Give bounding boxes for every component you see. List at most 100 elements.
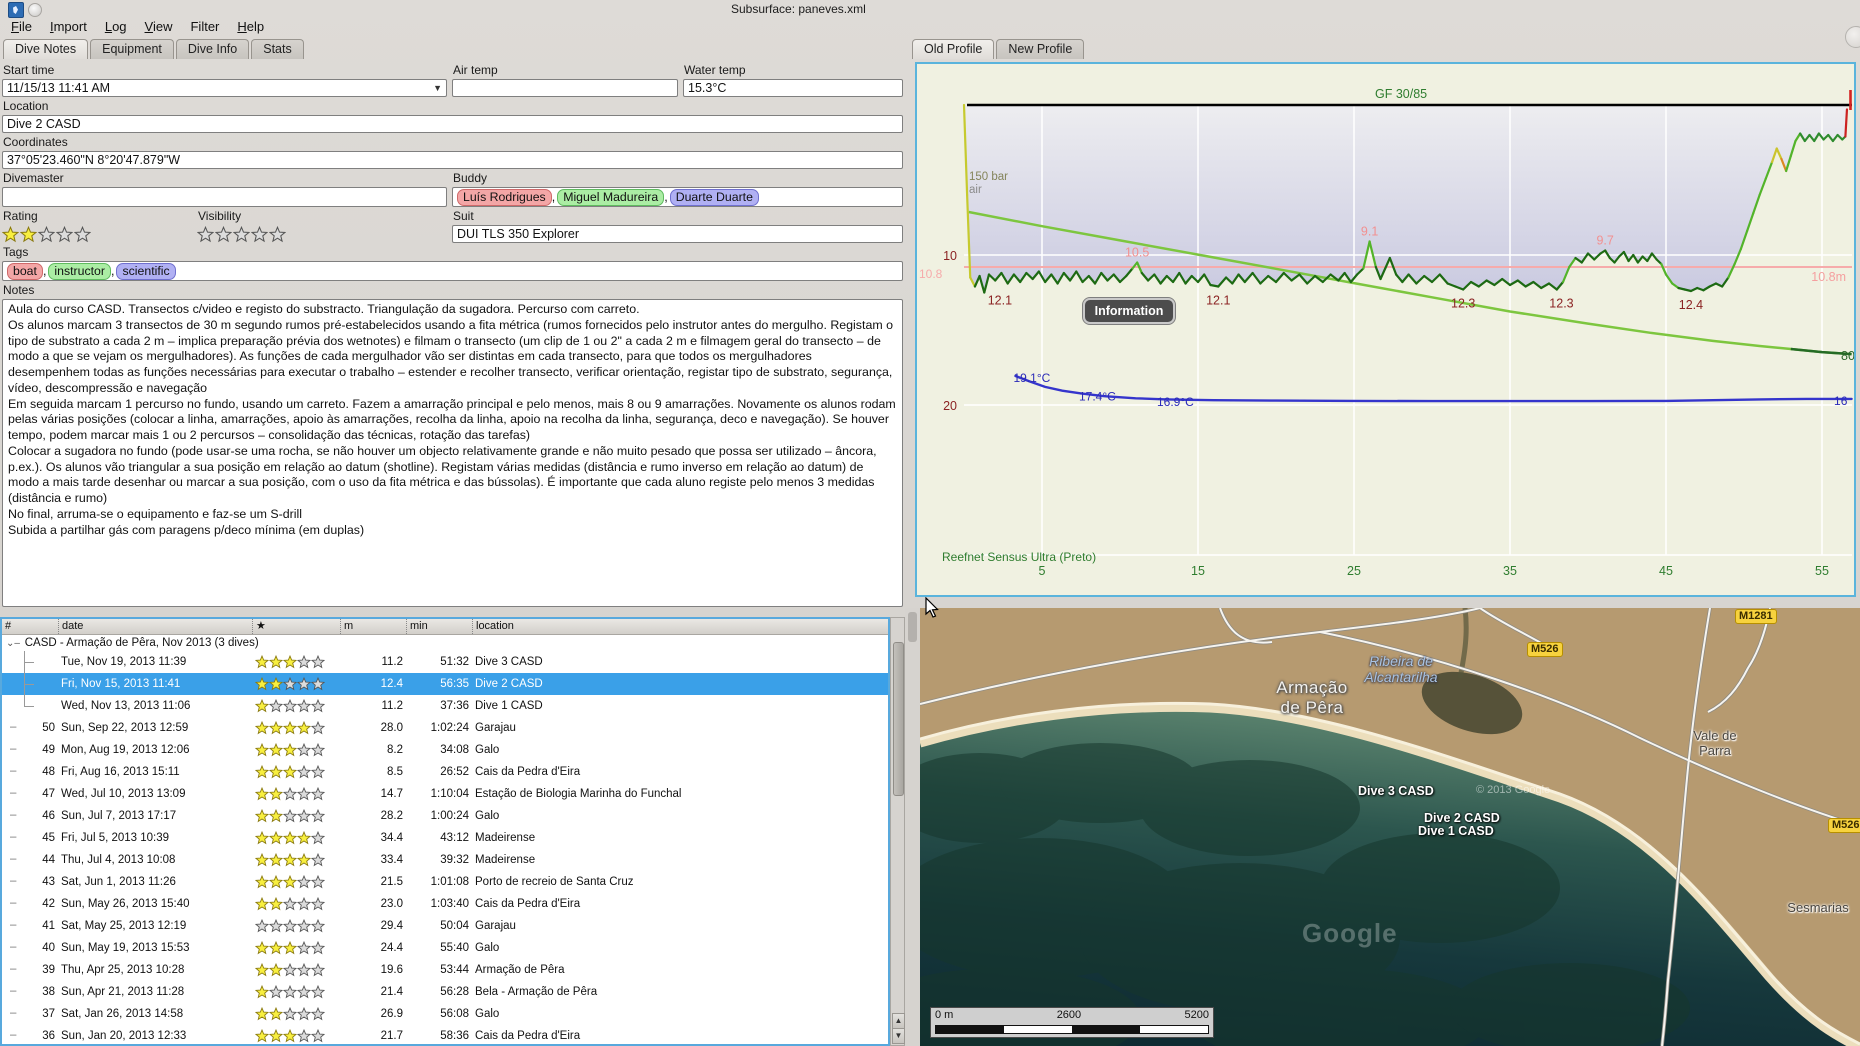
star-filled-icon xyxy=(269,743,283,757)
dive-row[interactable]: – 36 Sun, Jan 20, 2013 12:33 21.7 58:36 Cais … xyxy=(2,1025,888,1044)
subsurface-app-icon xyxy=(8,2,24,18)
star-empty-icon xyxy=(297,875,311,889)
dive-row[interactable]: Tue, Nov 19, 2013 11:39 11.2 51:32 Dive 3 C… xyxy=(2,651,888,673)
column-header-stars[interactable]: ★ xyxy=(252,619,340,634)
buddy-chip[interactable]: Luís Rodrigues xyxy=(457,188,552,206)
suit-input[interactable]: DUI TLS 350 Explorer xyxy=(452,225,903,243)
location-input[interactable]: Dive 2 CASD xyxy=(2,115,903,133)
dive-row[interactable]: – 49 Mon, Aug 19, 2013 12:06 8.2 34:08 Galo xyxy=(2,739,888,761)
dive-profile-chart[interactable]: GF 30/85 5 15 25 35 45 55 10 20 Reefnet Sensus Ul… xyxy=(917,64,1854,595)
dive-row[interactable]: – 40 Sun, May 19, 2013 15:53 24.4 55:40 Galo xyxy=(2,937,888,959)
notes-label: Notes xyxy=(3,283,35,297)
column-header-date[interactable]: date xyxy=(58,619,252,634)
dive-rating xyxy=(252,941,340,955)
menu-item-filter[interactable]: Filter xyxy=(181,17,228,36)
menu-item-file[interactable]: File xyxy=(2,17,41,36)
star-filled-icon xyxy=(269,853,283,867)
tree-dash: – xyxy=(10,897,17,909)
dive-row[interactable]: Wed, Nov 13, 2013 11:06 11.2 37:36 Dive 1 C… xyxy=(2,695,888,717)
dive-row[interactable]: – 43 Sat, Jun 1, 2013 11:26 21.5 1:01:08 Port… xyxy=(2,871,888,893)
column-header-location[interactable]: location xyxy=(472,619,888,634)
window-menu-button[interactable] xyxy=(28,3,42,17)
dive-row[interactable]: – 47 Wed, Jul 10, 2013 13:09 14.7 1:10:04 Est… xyxy=(2,783,888,805)
depth-axis-tick: 20 xyxy=(943,399,957,413)
desktop-corner-button[interactable] xyxy=(1845,26,1860,48)
scrollbar-handle[interactable] xyxy=(893,642,904,796)
column-header-num[interactable]: # xyxy=(2,619,58,634)
start-time-combobox[interactable]: 11/15/13 11:41 AM ▼ xyxy=(2,79,447,97)
star-filled-icon xyxy=(255,721,269,735)
title-bar: Subsurface: paneves.xml xyxy=(0,0,1860,18)
dive-row[interactable]: Fri, Nov 15, 2013 11:41 12.4 56:35 Dive 2 C… xyxy=(2,673,888,695)
air-temp-input[interactable] xyxy=(452,79,678,97)
menu-item-log[interactable]: Log xyxy=(96,17,136,36)
dive-depth: 24.4 xyxy=(380,942,403,954)
tag-chip[interactable]: boat xyxy=(7,262,43,280)
star-filled-icon xyxy=(255,963,269,977)
tab-equipment[interactable]: Equipment xyxy=(90,39,174,59)
star-empty-icon xyxy=(311,941,325,955)
dive-row[interactable]: – 50 Sun, Sep 22, 2013 12:59 28.0 1:02:24 Gar… xyxy=(2,717,888,739)
column-header-min[interactable]: min xyxy=(406,619,472,634)
rating-stars[interactable] xyxy=(2,225,192,243)
menu-item-help[interactable]: Help xyxy=(228,17,273,36)
menu-item-view[interactable]: View xyxy=(136,17,182,36)
dive-number-cell: – 49 xyxy=(2,743,58,756)
dive-depth: 21.5 xyxy=(380,876,403,888)
tab-dive-info[interactable]: Dive Info xyxy=(175,39,250,59)
dive-row[interactable]: – 42 Sun, May 26, 2013 15:40 23.0 1:03:40 Cai… xyxy=(2,893,888,915)
tab-new-profile[interactable]: New Profile xyxy=(996,39,1085,59)
dive-row[interactable]: – 37 Sat, Jan 26, 2013 14:58 26.9 56:08 Galo xyxy=(2,1003,888,1025)
coordinates-input[interactable]: 37°05'23.460"N 8°20'47.879"W xyxy=(2,151,903,169)
star-filled-icon xyxy=(283,853,297,867)
dive-site-map[interactable]: Armação de Pêra Ribeira de Alcantarilha Va… xyxy=(920,608,1860,1046)
tags-input[interactable]: boat, instructor, scientific xyxy=(2,261,903,281)
tab-stats[interactable]: Stats xyxy=(251,39,304,59)
mouse-cursor xyxy=(925,597,939,618)
buddy-chip[interactable]: Miguel Madureira xyxy=(557,188,665,206)
star-empty-icon xyxy=(251,225,268,242)
divemaster-input[interactable] xyxy=(2,187,447,207)
scale-mid-label: 2600 xyxy=(1056,1009,1082,1021)
dive-row[interactable]: – 48 Fri, Aug 16, 2013 15:11 8.5 26:52 Cais d… xyxy=(2,761,888,783)
buddy-input[interactable]: Luís Rodrigues, Miguel Madureira, Duarte D… xyxy=(452,187,903,207)
star-empty-icon xyxy=(311,853,325,867)
star-empty-icon xyxy=(297,809,311,823)
visibility-stars[interactable] xyxy=(197,225,447,243)
buddy-chip[interactable]: Duarte Duarte xyxy=(669,188,759,206)
notes-textarea[interactable]: Aula do curso CASD. Transectos c/video e… xyxy=(2,299,903,607)
water-temp-input[interactable]: 15.3°C xyxy=(683,79,903,97)
dive-list-scrollbar[interactable]: ▲ ▼ xyxy=(890,617,905,1046)
dive-notes-pane: Start time 11/15/13 11:41 AM ▼ Air temp … xyxy=(0,57,905,1046)
column-header-m[interactable]: m xyxy=(340,619,406,634)
tab-dive-notes[interactable]: Dive Notes xyxy=(3,39,89,59)
scroll-down-icon[interactable]: ▼ xyxy=(892,1028,905,1044)
dive-row[interactable]: – 39 Thu, Apr 25, 2013 10:28 19.6 53:44 Armaç… xyxy=(2,959,888,981)
dive-list-table[interactable]: # date ★ m min location ⌄– CASD - Armação de P… xyxy=(0,617,890,1046)
dive-rating-stars xyxy=(255,831,337,845)
dive-number-cell: – 44 xyxy=(2,853,58,866)
information-tooltip[interactable]: Information xyxy=(1082,297,1176,325)
trip-row[interactable]: ⌄– CASD - Armação de Pêra, Nov 2013 (3 d… xyxy=(2,635,888,651)
star-empty-icon xyxy=(283,787,297,801)
star-empty-icon xyxy=(269,985,283,999)
tag-chip[interactable]: scientific xyxy=(116,262,176,280)
dive-row[interactable]: – 38 Sun, Apr 21, 2013 11:28 21.4 56:28 Bela … xyxy=(2,981,888,1003)
dive-number-cell: – 50 xyxy=(2,721,58,734)
dive-row[interactable]: – 46 Sun, Jul 7, 2013 17:17 28.2 1:00:24 Galo xyxy=(2,805,888,827)
tree-dash: – xyxy=(10,941,17,953)
tag-chip[interactable]: instructor xyxy=(48,262,111,280)
star-empty-icon xyxy=(297,963,311,977)
menu-item-import[interactable]: Import xyxy=(41,17,96,36)
star-filled-icon xyxy=(2,225,19,242)
star-filled-icon xyxy=(283,941,297,955)
scroll-up-icon[interactable]: ▲ xyxy=(892,1013,905,1029)
tab-old-profile[interactable]: Old Profile xyxy=(912,39,995,59)
dive-row[interactable]: – 41 Sat, May 25, 2013 12:19 29.4 50:04 Garaj… xyxy=(2,915,888,937)
dive-row[interactable]: – 44 Thu, Jul 4, 2013 10:08 33.4 39:32 Madeir… xyxy=(2,849,888,871)
map-left-scrollbar[interactable] xyxy=(905,608,920,1046)
location-label: Location xyxy=(3,99,49,113)
scrollbar-handle[interactable] xyxy=(908,612,917,642)
gas-label: air xyxy=(969,184,982,196)
dive-row[interactable]: – 45 Fri, Jul 5, 2013 10:39 34.4 43:12 Madeir… xyxy=(2,827,888,849)
